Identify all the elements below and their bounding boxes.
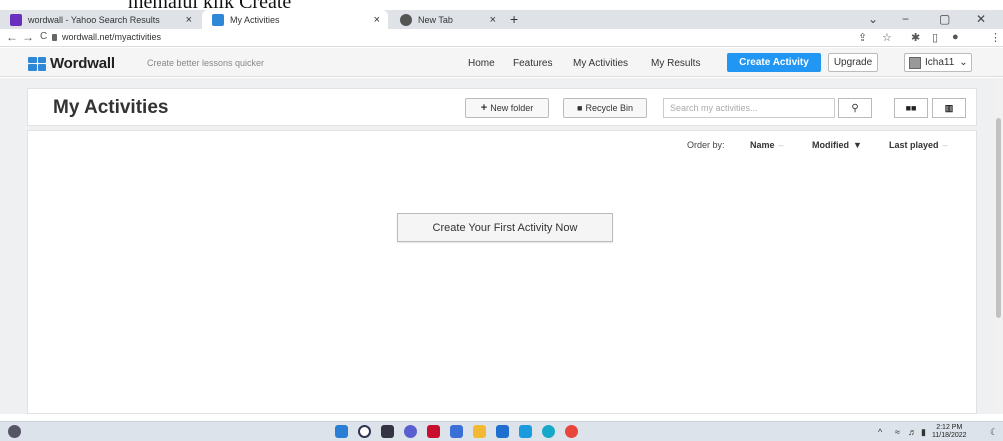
close-tab-icon[interactable]: × <box>186 14 192 26</box>
search-icon: ⚲ <box>851 102 859 114</box>
wifi-icon[interactable]: ≈ <box>895 427 900 437</box>
grid-view-button[interactable]: ■■ <box>894 98 928 118</box>
close-tab-icon[interactable]: × <box>374 14 380 26</box>
weather-icon[interactable] <box>8 425 21 438</box>
notification-icon[interactable]: ☾ <box>990 427 998 438</box>
upgrade-button[interactable]: Upgrade <box>828 53 878 72</box>
tab-title: My Activities <box>230 14 280 25</box>
nav-home[interactable]: Home <box>468 58 495 69</box>
mail-icon[interactable] <box>496 425 509 438</box>
side-panel-icon[interactable]: ▯ <box>932 31 938 44</box>
close-window-icon[interactable]: ✕ <box>976 12 986 26</box>
sort-neutral-icon: – <box>942 140 948 150</box>
lock-icon[interactable] <box>52 34 57 41</box>
tab-search-icon[interactable]: ⌄ <box>868 12 878 26</box>
tab-my-activities[interactable]: My Activities × <box>202 10 388 29</box>
bookmark-star-icon[interactable]: ☆ <box>882 31 892 44</box>
close-tab-icon[interactable]: × <box>490 14 496 26</box>
list-view-icon: ▥ <box>944 102 954 113</box>
order-by-name[interactable]: Name – <box>750 140 784 150</box>
username: Icha11 <box>925 57 955 68</box>
chrome-icon[interactable] <box>565 425 578 438</box>
chevron-down-icon: ⌄ <box>959 57 968 68</box>
teams-chat-icon[interactable] <box>404 425 417 438</box>
order-option-label: Last played <box>889 140 939 150</box>
avatar <box>909 56 921 69</box>
search-input[interactable] <box>663 98 835 118</box>
new-folder-label: New folder <box>490 103 534 113</box>
back-icon[interactable]: ← <box>6 30 18 44</box>
tab-yahoo-search[interactable]: wordwall - Yahoo Search Results × <box>0 10 200 29</box>
windows-start-icon[interactable] <box>335 425 348 438</box>
minimize-icon[interactable]: − <box>902 12 909 26</box>
trash-icon: ■ <box>577 103 583 113</box>
recycle-bin-label: Recycle Bin <box>585 103 633 113</box>
order-by-modified[interactable]: Modified ▼ <box>812 140 862 150</box>
taskbar-clock[interactable]: 2:12 PM 11/18/2022 <box>932 424 967 440</box>
clock-time: 2:12 PM <box>936 424 963 431</box>
tagline: Create better lessons quicker <box>147 58 265 68</box>
address-bar: ← → C wordwall.net/myactivities ⇪ ☆ ✱ ▯ … <box>0 29 1003 47</box>
page-body: My Activities + New folder ■ Recycle Bin… <box>0 78 1003 414</box>
order-option-label: Modified <box>812 140 849 150</box>
store-icon[interactable] <box>450 425 463 438</box>
order-by-label: Order by: <box>687 140 725 150</box>
create-activity-button[interactable]: Create Activity <box>727 53 821 72</box>
wordwall-logo-icon <box>28 56 46 71</box>
wordwall-favicon-icon <box>212 13 224 26</box>
tab-new-tab[interactable]: New Tab × <box>392 10 504 29</box>
order-option-label: Name <box>750 140 775 150</box>
page-scrollbar[interactable] <box>994 78 1003 414</box>
sort-neutral-icon: – <box>778 140 784 150</box>
site-header: Wordwall Create better lessons quicker H… <box>0 48 1003 77</box>
search-taskbar-icon[interactable] <box>358 425 371 438</box>
tray-chevron-icon[interactable]: ^ <box>878 427 882 437</box>
scrollbar-thumb[interactable] <box>996 118 1001 318</box>
forward-icon[interactable]: → <box>22 30 34 44</box>
user-menu-button[interactable]: Icha11 ⌄ <box>904 53 972 72</box>
nav-features[interactable]: Features <box>513 58 552 69</box>
grid-view-icon: ■■ <box>905 103 917 113</box>
page-title: My Activities <box>53 97 169 118</box>
share-icon[interactable]: ⇪ <box>858 31 867 44</box>
tab-title: wordwall - Yahoo Search Results <box>28 14 160 25</box>
os-taskbar: ^ ≈ ♬ ▮ 2:12 PM 11/18/2022 ☾ <box>0 421 1003 441</box>
chrome-favicon-icon <box>400 13 412 26</box>
battery-icon[interactable]: ▮ <box>921 427 926 438</box>
order-by-last-played[interactable]: Last played – <box>889 140 948 150</box>
volume-icon[interactable]: ♬ <box>908 427 917 437</box>
tab-title: New Tab <box>418 14 453 25</box>
clock-date: 11/18/2022 <box>932 432 967 439</box>
url-field[interactable]: wordwall.net/myactivities <box>62 32 161 42</box>
mcafee-icon[interactable] <box>427 425 440 438</box>
app-l-icon[interactable] <box>519 425 532 438</box>
task-view-icon[interactable] <box>381 425 394 438</box>
activities-toolbar: My Activities + New folder ■ Recycle Bin… <box>27 88 977 126</box>
file-explorer-icon[interactable] <box>473 425 486 438</box>
yahoo-favicon-icon <box>10 13 22 26</box>
edge-icon[interactable] <box>542 425 555 438</box>
activities-panel: Order by: Name – Modified ▼ Last played – C… <box>27 130 977 414</box>
extensions-icon[interactable]: ✱ <box>911 31 920 44</box>
logo-text: Wordwall <box>50 55 115 72</box>
new-folder-button[interactable]: + New folder <box>465 98 549 118</box>
plus-icon: + <box>480 102 488 114</box>
browser-menu-icon[interactable]: ⋮ <box>990 31 1001 44</box>
profile-icon[interactable]: ● <box>952 31 959 43</box>
list-view-button[interactable]: ▥ <box>932 98 966 118</box>
wordwall-logo[interactable]: Wordwall <box>28 55 115 72</box>
maximize-icon[interactable]: ▢ <box>939 12 950 26</box>
search-button[interactable]: ⚲ <box>838 98 872 118</box>
nav-my-results[interactable]: My Results <box>651 58 700 69</box>
nav-my-activities[interactable]: My Activities <box>573 58 628 69</box>
recycle-bin-button[interactable]: ■ Recycle Bin <box>563 98 647 118</box>
sort-desc-icon: ▼ <box>853 140 862 150</box>
reload-icon[interactable]: C <box>40 31 47 42</box>
browser-tab-strip: wordwall - Yahoo Search Results × My Act… <box>0 10 1003 29</box>
new-tab-button[interactable]: + <box>510 11 518 27</box>
create-first-activity-button[interactable]: Create Your First Activity Now <box>397 213 613 242</box>
